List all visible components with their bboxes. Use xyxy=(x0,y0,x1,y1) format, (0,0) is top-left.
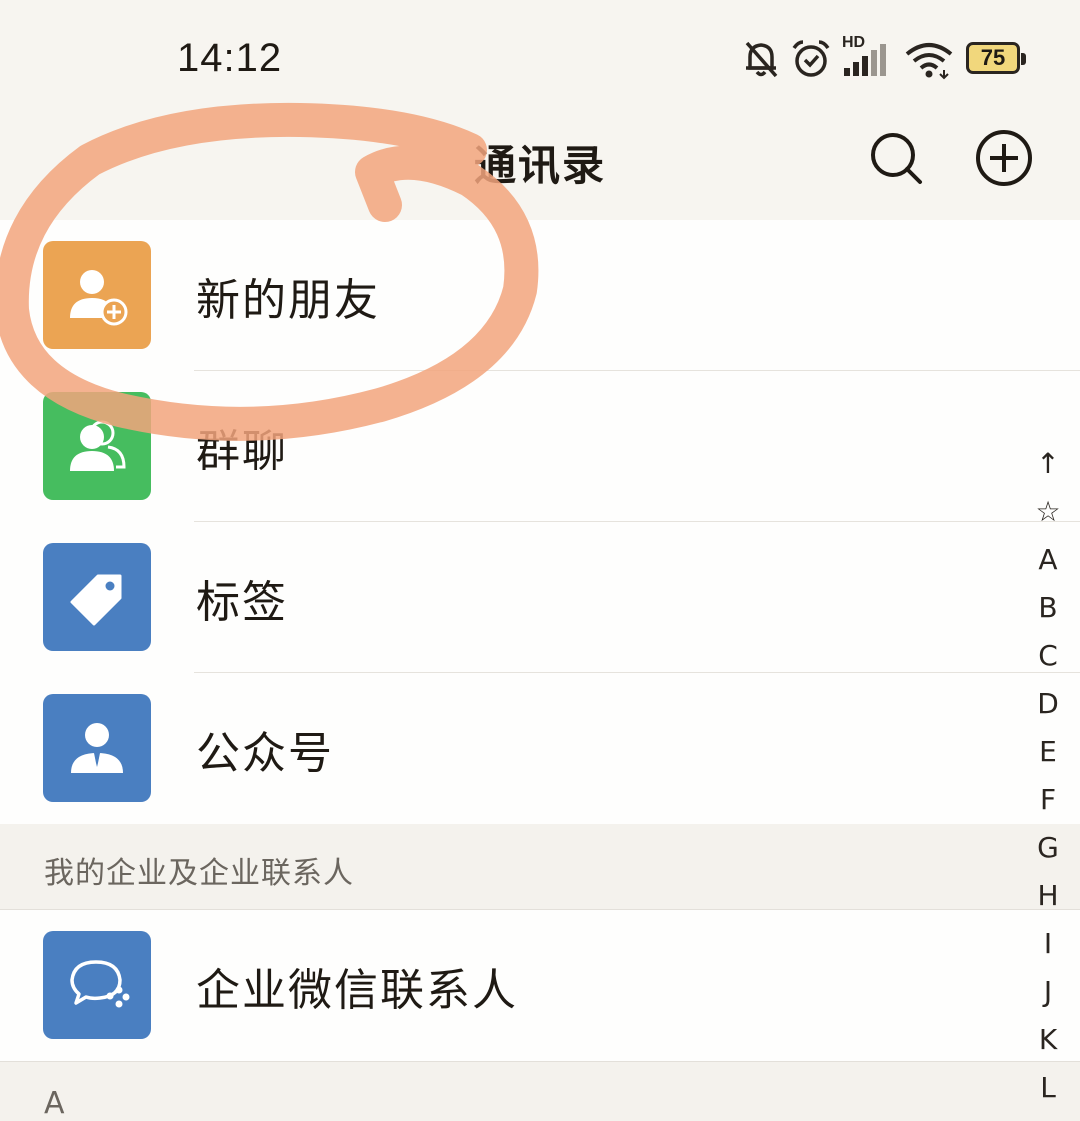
letter-section-header: A xyxy=(0,1062,1080,1121)
enterprise-section-header: 我的企业及企业联系人 xyxy=(0,824,1080,910)
network-badge: HD xyxy=(842,34,866,51)
new-friend-icon xyxy=(43,241,151,349)
contacts-menu-list: 新的朋友 群聊 标签 公众号 xyxy=(0,220,1080,824)
title-bar: 通讯录 xyxy=(0,110,1080,220)
alarm-icon xyxy=(792,40,830,77)
index-h[interactable]: H xyxy=(1028,872,1068,920)
enterprise-list: 企业微信联系人 xyxy=(0,910,1080,1061)
index-star[interactable]: ☆ xyxy=(1028,488,1068,536)
contacts-screen: 14:12 HD 75 通讯录 新的朋友 群聊 标签 公众号 我的企业及企业联系… xyxy=(0,0,1080,1121)
signal-icon: HD xyxy=(842,34,894,78)
index-a[interactable]: A xyxy=(1028,536,1068,584)
index-k[interactable]: K xyxy=(1028,1016,1068,1064)
group-chat-icon xyxy=(43,392,151,500)
index-e[interactable]: E xyxy=(1028,728,1068,776)
tags-label: 标签 xyxy=(196,577,288,628)
tags-item[interactable]: 标签 xyxy=(0,522,1080,673)
index-b[interactable]: B xyxy=(1028,584,1068,632)
index-d[interactable]: D xyxy=(1028,680,1068,728)
wecom-contacts-icon xyxy=(43,931,151,1039)
search-icon[interactable] xyxy=(866,128,926,188)
mute-icon xyxy=(745,41,778,78)
index-i[interactable]: I xyxy=(1028,920,1068,968)
status-bar: 14:12 HD 75 xyxy=(0,0,1080,110)
status-time: 14:12 xyxy=(177,36,283,80)
wecom-contacts-label: 企业微信联系人 xyxy=(196,965,518,1016)
add-circle-icon[interactable] xyxy=(974,128,1034,188)
new-friends-label: 新的朋友 xyxy=(196,275,380,326)
letter-section-title: A xyxy=(44,1086,66,1121)
enterprise-section-title: 我的企业及企业联系人 xyxy=(44,856,354,891)
group-chats-item[interactable]: 群聊 xyxy=(0,371,1080,522)
official-account-icon xyxy=(43,694,151,802)
index-j[interactable]: J xyxy=(1028,968,1068,1016)
battery-icon: 75 xyxy=(966,42,1026,74)
wifi-icon xyxy=(905,43,953,80)
group-chats-label: 群聊 xyxy=(196,426,288,477)
new-friends-item[interactable]: 新的朋友 xyxy=(0,220,1080,371)
wecom-contacts-item[interactable]: 企业微信联系人 xyxy=(0,910,1080,1061)
index-g[interactable]: G xyxy=(1028,824,1068,872)
battery-level: 75 xyxy=(980,45,1006,70)
alphabet-index-bar[interactable]: ↑ ☆ A B C D E F G H I J K L xyxy=(1028,440,1068,1112)
index-top[interactable]: ↑ xyxy=(1028,440,1068,488)
index-l[interactable]: L xyxy=(1028,1064,1068,1112)
tag-icon xyxy=(43,543,151,651)
official-accounts-label: 公众号 xyxy=(196,728,334,779)
official-accounts-item[interactable]: 公众号 xyxy=(0,673,1080,824)
index-f[interactable]: F xyxy=(1028,776,1068,824)
index-c[interactable]: C xyxy=(1028,632,1068,680)
